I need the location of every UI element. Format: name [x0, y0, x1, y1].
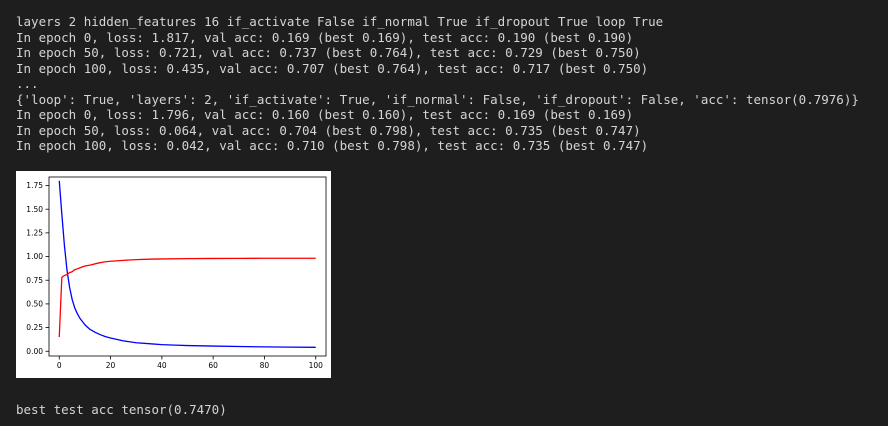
log-line-epoch-0-run-1: In epoch 0, loss: 1.817, val acc: 0.169 …	[16, 29, 634, 45]
log-line-epoch-50-run-2: In epoch 50, loss: 0.064, val acc: 0.704…	[16, 122, 641, 138]
y-tick-label: 1.50	[26, 205, 43, 214]
y-tick-label: 1.25	[26, 228, 43, 237]
y-tick-label: 1.00	[26, 252, 43, 261]
x-tick-label: 100	[309, 361, 324, 370]
log-line-epoch-50-run-1: In epoch 50, loss: 0.721, val acc: 0.737…	[16, 45, 641, 60]
y-tick-label: 1.75	[26, 181, 43, 190]
y-tick-label: 0.25	[26, 323, 43, 332]
log-line-epoch-100-run-2: In epoch 100, loss: 0.042, val acc: 0.71…	[16, 138, 649, 153]
log-line-epoch-0-run-2: In epoch 0, loss: 1.796, val acc: 0.160 …	[16, 107, 634, 122]
line-chart: 0 20 40 60 80 100 0.00 0.25 0.50 0.75 1.00 1.25 1.50…	[26, 176, 327, 370]
log-line-header-1: layers 2 hidden_features 16 if_activate …	[16, 14, 664, 29]
log-line-epoch-100-run-1: In epoch 100, loss: 0.435, val acc: 0.70…	[16, 60, 649, 76]
x-tick-label: 0	[57, 361, 62, 370]
x-tick-label: 40	[157, 361, 167, 370]
best-test-acc-line: best test acc tensor(0.7470)	[16, 402, 227, 417]
training-plot: 0 20 40 60 80 100 0.00 0.25 0.50 0.75 1.00 1.25 1.50…	[16, 171, 331, 378]
x-tick-label: 60	[208, 361, 218, 370]
cell-output: layers 2 hidden_features 16 if_activate …	[16, 14, 876, 154]
log-line-config-dict: {'loop': True, 'layers': 2, 'if_activate…	[16, 91, 859, 107]
accuracy-series-line	[58, 257, 316, 338]
y-tick-label: 0.50	[26, 300, 43, 309]
x-tick-label: 80	[260, 361, 270, 370]
log-line-ellipsis: ...	[16, 76, 39, 91]
y-tick-label: 0.75	[26, 276, 43, 285]
loss-series-line	[58, 180, 316, 348]
x-tick-label: 20	[106, 361, 116, 370]
y-tick-label: 0.00	[26, 347, 43, 356]
